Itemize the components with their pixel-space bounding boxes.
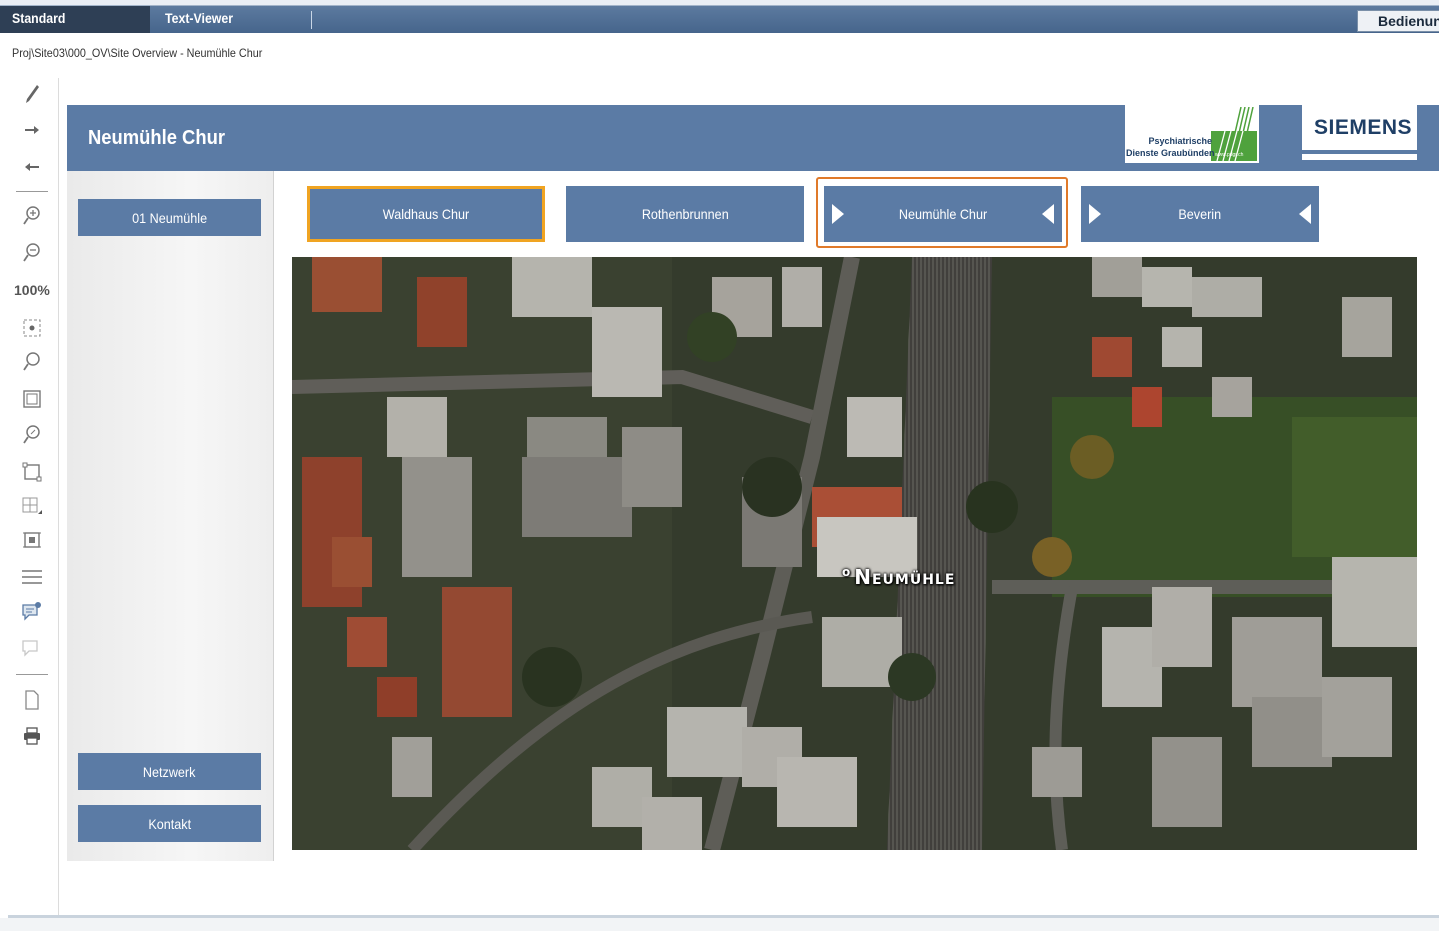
zoom-rect-icon[interactable] [16,421,48,449]
map-location-label[interactable]: o Neumühle [842,565,955,589]
toolbar-divider [16,191,48,192]
tab-standard[interactable]: Standard [0,6,150,33]
area-select-icon[interactable] [16,458,48,486]
play-left-icon [1042,204,1054,224]
pen-icon[interactable] [16,80,48,108]
tab-standard-label: Standard [12,10,66,26]
sidebar-item-label: 01 Neumühle [132,209,207,226]
kontakt-button-label: Kontakt [148,815,191,832]
play-right-icon [832,204,844,224]
back-arrow-icon[interactable] [16,153,48,181]
toolbar-divider [16,674,48,675]
map-marker-icon: o [842,565,852,579]
comment-icon[interactable] [16,598,48,626]
page-title: Neumühle Chur [88,127,225,149]
sidebar-item-01-neumuehle[interactable]: 01 Neumühle [78,199,261,236]
bedienung-button[interactable]: Bedienung [1357,10,1439,32]
map-label-text: Neumühle [854,565,956,589]
breadcrumb: Proj\Site03\000_OV\Site Overview - Neumü… [12,46,263,60]
grid-icon[interactable] [16,492,48,520]
comment-disabled-icon [16,634,48,662]
siemens-logo-text: SIEMENS [1314,116,1413,139]
kontakt-button[interactable]: Kontakt [78,805,261,842]
netzwerk-button-label: Netzwerk [143,763,196,780]
zoom-level[interactable]: 100% [14,282,50,298]
zoom-search-icon[interactable] [16,348,48,376]
pdgr-logo: Psychiatrische Dienste Graubünden www.pd… [1125,105,1259,163]
tab-separator [311,11,312,29]
document-icon[interactable] [16,686,48,714]
fit-icon[interactable] [16,314,48,342]
nav-button-waldhaus-chur[interactable]: Waldhaus Chur [307,186,545,242]
nav-button-beverin[interactable]: Beverin [1081,186,1319,242]
tab-text-viewer[interactable]: Text-Viewer [165,6,288,33]
netzwerk-button[interactable]: Netzwerk [78,753,261,790]
play-left-icon [1299,204,1311,224]
nav-button-rothenbrunnen[interactable]: Rothenbrunnen [566,186,804,242]
aerial-map[interactable] [292,257,1417,850]
play-right-icon [1089,204,1101,224]
forward-arrow-icon[interactable] [16,116,48,144]
frame-select-icon[interactable] [16,526,48,554]
pdgr-logo-url: www.pdgr.ch [1215,152,1244,158]
pdgr-logo-line2: Dienste Graubünden [1126,148,1215,158]
nav-button-label: Beverin [1178,206,1222,222]
zoom-out-icon[interactable] [16,239,48,267]
nav-button-label: Neumühle Chur [898,206,988,222]
nav-button-label: Rothenbrunnen [641,206,729,222]
menu-icon[interactable] [16,563,48,591]
print-icon[interactable] [16,722,48,750]
zoom-in-icon[interactable] [16,202,48,230]
map-overlay [292,257,1417,850]
status-bar [0,918,1439,931]
siemens-logo-bar [1302,150,1417,154]
siemens-logo: SIEMENS [1302,105,1417,160]
nav-button-label: Waldhaus Chur [382,206,470,222]
frame-icon[interactable] [16,385,48,413]
pdgr-logo-mark [1234,107,1254,133]
pdgr-logo-line1: Psychiatrische [1148,136,1212,146]
nav-button-neumuehle-chur[interactable]: Neumühle Chur [824,186,1062,242]
